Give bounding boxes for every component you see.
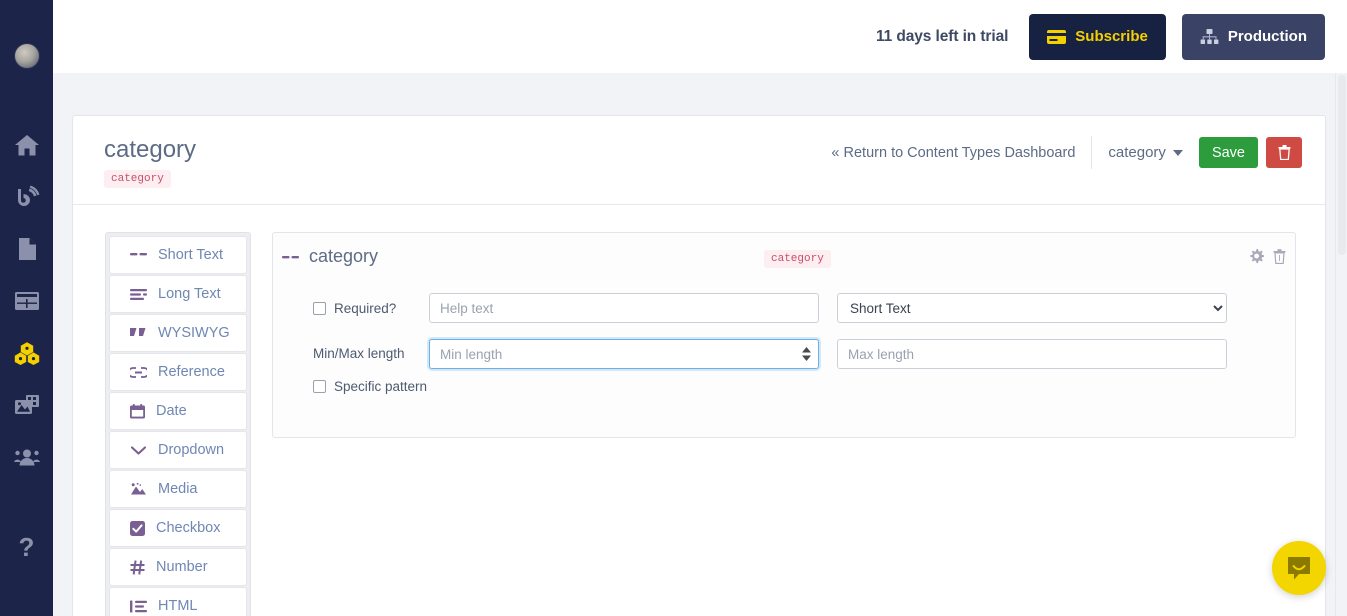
field-type-label: Date — [156, 403, 187, 419]
field-type-short-text[interactable]: Short Text — [109, 236, 247, 274]
field-type-label: Number — [156, 559, 208, 575]
field-type-media[interactable]: Media — [109, 470, 247, 508]
page-scrollbar[interactable] — [1335, 73, 1347, 616]
field-type-reference[interactable]: Reference — [109, 353, 247, 391]
media-icon — [14, 395, 39, 414]
help-text-input[interactable] — [429, 293, 819, 323]
card-header-actions: « Return to Content Types Dashboard cate… — [831, 136, 1302, 169]
short-text-icon — [282, 256, 299, 259]
list-icon — [130, 600, 147, 612]
checkbox-icon — [130, 520, 145, 536]
field-type-date[interactable]: Date — [109, 392, 247, 430]
card-header: category category « Return to Content Ty… — [73, 116, 1325, 205]
field-editor-actions — [1249, 249, 1286, 264]
page-title: category — [104, 136, 197, 163]
quote-icon — [130, 327, 146, 336]
chat-launcher-button[interactable] — [1272, 541, 1326, 595]
help-icon[interactable]: ? — [0, 522, 53, 572]
left-rail: ? — [0, 0, 53, 616]
stepper-up-icon — [802, 347, 811, 353]
field-editor-panel: category category Required? Help text Sh… — [272, 232, 1296, 438]
field-row-pattern: Specific pattern — [273, 379, 427, 394]
field-type-checkbox[interactable]: Checkbox — [109, 509, 247, 547]
minmax-length-label: Min/Max length — [313, 346, 405, 361]
sidebar-item-tables[interactable] — [0, 275, 53, 327]
scrollbar-thumb[interactable] — [1338, 75, 1346, 255]
trial-status-text: 11 days left in trial — [876, 27, 1009, 45]
gear-icon[interactable] — [1249, 249, 1264, 264]
chat-bubble-icon — [1288, 557, 1310, 580]
trash-icon[interactable] — [1273, 249, 1286, 264]
top-bar: 11 days left in trial Subscribe Producti… — [53, 0, 1347, 73]
required-label: Required? — [334, 300, 397, 316]
min-length-input[interactable] — [429, 339, 819, 369]
field-type-label: HTML — [158, 598, 198, 614]
content-type-badge: category — [104, 170, 171, 188]
image-icon — [131, 483, 146, 495]
field-type-label: Media — [158, 481, 198, 497]
sidebar-item-content-types[interactable] — [0, 327, 53, 379]
field-row-minmax: Min/Max length — [273, 339, 1227, 369]
field-row-required: Required? Short Text Long Text WYSIWYG R… — [273, 293, 1227, 323]
app-root: ? 11 days left in trial Subscribe Produc… — [0, 0, 1347, 616]
header-divider — [1091, 136, 1093, 169]
calendar-icon — [130, 403, 145, 418]
stepper-down-icon — [802, 355, 811, 361]
sidebar-item-documents[interactable] — [0, 223, 53, 275]
field-type-wysiwyg[interactable]: WYSIWYG — [109, 314, 247, 352]
trash-icon — [1278, 145, 1290, 160]
field-type-label: WYSIWYG — [158, 325, 230, 341]
field-type-dropdown[interactable]: Dropdown — [109, 431, 247, 469]
home-icon — [14, 134, 39, 155]
broadcast-icon — [17, 185, 39, 206]
sitemap-icon — [1200, 28, 1219, 44]
delete-content-type-button[interactable] — [1266, 137, 1302, 168]
subscribe-button[interactable]: Subscribe — [1029, 13, 1166, 60]
field-editor-header: category category — [273, 233, 1295, 288]
field-key-badge: category — [764, 250, 831, 268]
chevron-down-icon — [130, 445, 147, 455]
avatar[interactable] — [13, 43, 40, 69]
field-type-label: Checkbox — [156, 520, 221, 536]
long-text-icon — [130, 288, 147, 300]
specific-pattern-label: Specific pattern — [334, 379, 428, 394]
return-to-dashboard-link[interactable]: « Return to Content Types Dashboard — [831, 145, 1075, 161]
subscribe-label: Subscribe — [1075, 28, 1148, 45]
save-button[interactable]: Save — [1198, 137, 1258, 168]
field-type-html[interactable]: HTML — [109, 587, 247, 616]
field-type-label: Reference — [158, 364, 225, 380]
sidebar-item-media[interactable] — [0, 379, 53, 431]
sidebar-item-home[interactable] — [0, 119, 53, 171]
min-length-stepper[interactable] — [802, 347, 811, 361]
production-button[interactable]: Production — [1181, 13, 1325, 60]
content-type-dropdown[interactable]: category — [1108, 144, 1183, 161]
rail-icon-list — [0, 119, 53, 483]
sidebar-item-broadcast[interactable] — [0, 171, 53, 223]
credit-card-icon — [1047, 29, 1067, 44]
table-icon — [14, 292, 39, 310]
field-name-label: category — [309, 246, 379, 266]
content-types-icon — [14, 342, 39, 365]
field-type-list: Short Text Long Text WYSIWYG Reference D… — [105, 232, 251, 616]
field-type-label: Long Text — [158, 286, 221, 302]
users-icon — [13, 449, 40, 466]
field-type-number[interactable]: Number — [109, 548, 247, 586]
sidebar-item-users[interactable] — [0, 431, 53, 483]
production-label: Production — [1227, 28, 1307, 45]
page-body: category category « Return to Content Ty… — [53, 73, 1347, 616]
max-length-input[interactable] — [837, 339, 1227, 369]
chevron-down-icon — [1172, 149, 1183, 156]
short-text-icon — [130, 252, 147, 255]
field-type-long-text[interactable]: Long Text — [109, 275, 247, 313]
required-checkbox[interactable] — [313, 301, 326, 315]
content-type-card: category category « Return to Content Ty… — [72, 115, 1326, 616]
hash-icon — [130, 559, 145, 575]
link-icon — [130, 366, 147, 378]
content-type-dropdown-label: category — [1108, 144, 1166, 161]
field-type-select[interactable]: Short Text Long Text WYSIWYG Reference D… — [837, 293, 1227, 323]
document-icon — [18, 238, 36, 260]
field-type-label: Short Text — [158, 247, 224, 263]
field-type-label: Dropdown — [158, 442, 225, 458]
specific-pattern-checkbox[interactable] — [313, 380, 326, 393]
